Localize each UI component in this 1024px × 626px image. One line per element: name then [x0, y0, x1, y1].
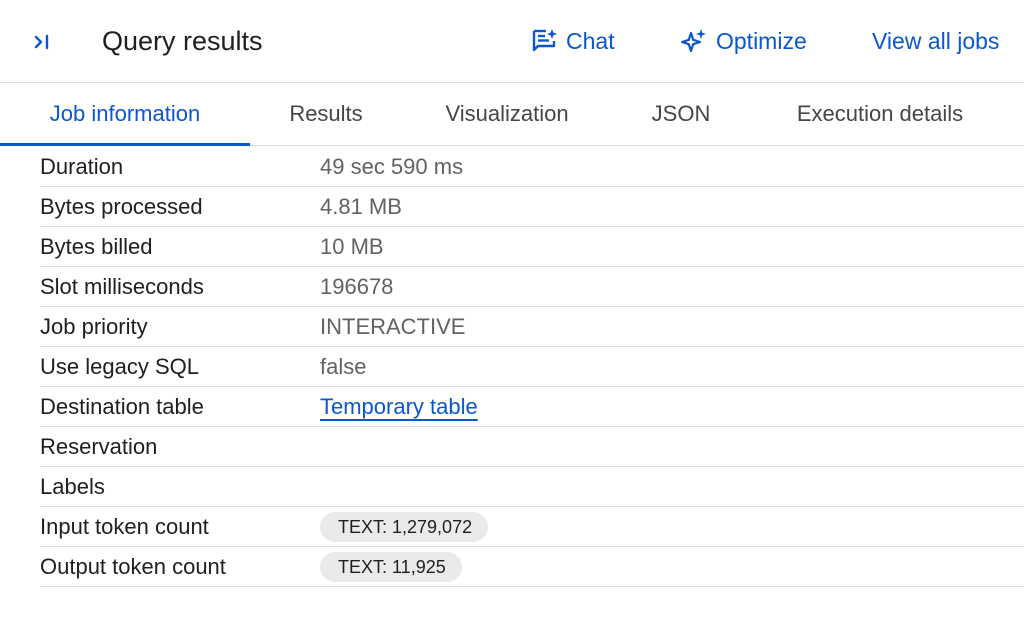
table-row: Duration 49 sec 590 ms	[40, 147, 1024, 187]
row-label-output-token-count: Output token count	[40, 554, 226, 579]
tab-json[interactable]: JSON	[640, 83, 722, 145]
page-title: Query results	[102, 26, 263, 56]
row-label-bytes-processed: Bytes processed	[40, 194, 203, 219]
table-row: Use legacy SQL false	[40, 347, 1024, 387]
row-value-use-legacy-sql: false	[320, 354, 367, 379]
table-row: Slot milliseconds 196678	[40, 267, 1024, 307]
tab-job-information[interactable]: Job information	[0, 83, 250, 146]
optimize-button-label: Optimize	[716, 27, 807, 54]
view-all-jobs-link[interactable]: View all jobs	[872, 24, 999, 58]
sparkle-icon	[680, 28, 708, 54]
row-label-input-token-count: Input token count	[40, 514, 209, 539]
output-token-chip: TEXT: 11,925	[320, 552, 462, 582]
optimize-button[interactable]: Optimize	[680, 24, 807, 58]
job-information-table: Duration 49 sec 590 ms Bytes processed 4…	[40, 147, 1024, 587]
row-value-destination-table: Temporary table	[320, 387, 478, 427]
row-label-use-legacy-sql: Use legacy SQL	[40, 354, 199, 379]
row-value-duration: 49 sec 590 ms	[320, 154, 464, 179]
row-label-job-priority: Job priority	[40, 314, 148, 339]
row-label-labels: Labels	[40, 474, 105, 499]
temporary-table-link[interactable]: Temporary table	[320, 394, 478, 419]
row-value-slot-milliseconds: 196678	[320, 274, 394, 299]
row-label-bytes-billed: Bytes billed	[40, 234, 153, 259]
row-label-destination-table: Destination table	[40, 394, 204, 419]
row-value-input-token-count: TEXT: 1,279,072	[320, 507, 489, 547]
tab-results[interactable]: Results	[270, 83, 382, 145]
tab-visualization[interactable]: Visualization	[420, 83, 594, 145]
table-row: Output token count TEXT: 11,925	[40, 547, 1024, 587]
chat-spark-icon	[530, 28, 558, 54]
chat-button-label: Chat	[566, 27, 615, 54]
row-value-output-token-count: TEXT: 11,925	[320, 547, 462, 587]
input-token-chip: TEXT: 1,279,072	[320, 512, 489, 542]
table-row: Bytes billed 10 MB	[40, 227, 1024, 267]
tab-execution-details[interactable]: Execution details	[770, 83, 990, 145]
collapse-panel-icon[interactable]	[30, 28, 56, 56]
row-label-reservation: Reservation	[40, 434, 158, 459]
view-all-jobs-label: View all jobs	[872, 27, 1000, 54]
row-label-duration: Duration	[40, 154, 124, 179]
query-results-header: Query results Chat Optimize View all job…	[0, 0, 1024, 83]
tab-bar: Job information Results Visualization JS…	[0, 83, 1024, 146]
table-row: Bytes processed 4.81 MB	[40, 187, 1024, 227]
row-value-job-priority: INTERACTIVE	[320, 314, 466, 339]
row-label-slot-milliseconds: Slot milliseconds	[40, 274, 204, 299]
row-value-bytes-processed: 4.81 MB	[320, 194, 402, 219]
table-row: Reservation	[40, 427, 1024, 467]
table-row: Labels	[40, 467, 1024, 507]
table-row: Destination table Temporary table	[40, 387, 1024, 427]
chat-button[interactable]: Chat	[530, 24, 615, 58]
table-row: Job priority INTERACTIVE	[40, 307, 1024, 347]
table-row: Input token count TEXT: 1,279,072	[40, 507, 1024, 547]
row-value-bytes-billed: 10 MB	[320, 234, 384, 259]
